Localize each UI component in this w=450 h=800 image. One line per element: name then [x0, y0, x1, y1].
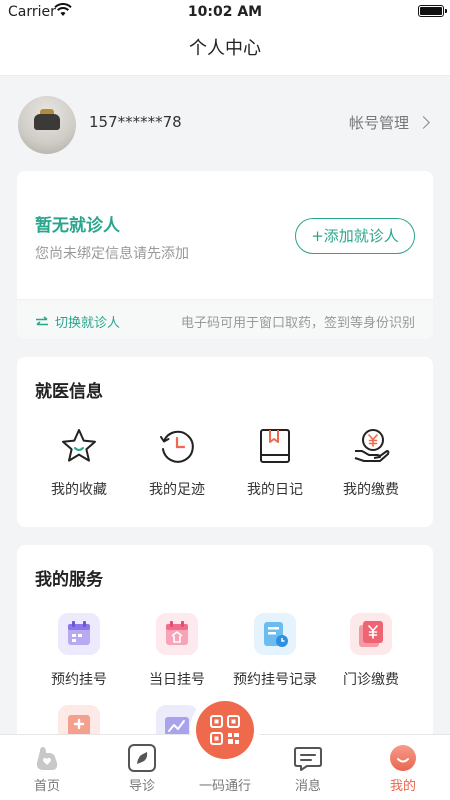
patient-title: 暂无就诊人	[35, 216, 120, 236]
tab-mine[interactable]: 我的	[358, 743, 448, 794]
diary-label: 我的日记	[247, 482, 303, 498]
profile-section: 157******78 帐号管理	[0, 76, 450, 172]
payment-label: 我的缴费	[343, 482, 399, 498]
qr-code-button[interactable]	[196, 701, 254, 759]
outpatient-payment-icon	[350, 613, 392, 655]
payment-item[interactable]: 我的缴费	[319, 427, 423, 499]
switch-patient-label: 切换就诊人	[55, 316, 121, 331]
home-heart-icon	[32, 743, 62, 773]
page-title: 个人中心	[189, 38, 261, 59]
tab-home[interactable]: 首页	[2, 743, 92, 794]
profile-smile-icon	[388, 743, 418, 773]
service-outpatient-payment[interactable]: 门诊缴费	[319, 613, 423, 689]
favorites-item[interactable]: 我的收藏	[27, 427, 131, 499]
appointment-record-icon	[254, 613, 296, 655]
medical-info-card: 就医信息 我的收藏 我的足迹 我的日记 我的缴费	[17, 357, 433, 527]
phone-number: 157******78	[89, 113, 182, 131]
service-today[interactable]: 当日挂号	[125, 613, 229, 689]
calendar-today-icon	[156, 613, 198, 655]
tab-mine-label: 我的	[389, 779, 416, 794]
service-appointment[interactable]: 预约挂号	[27, 613, 131, 689]
diary-book-icon	[256, 427, 294, 465]
calendar-appointment-icon	[58, 613, 100, 655]
patient-footer: 切换就诊人 电子码可用于窗口取药，签到等身份识别	[17, 299, 433, 339]
payment-yen-icon	[352, 427, 390, 465]
account-manage-label: 帐号管理	[348, 114, 409, 132]
star-icon	[60, 427, 98, 465]
footprint-item[interactable]: 我的足迹	[125, 427, 229, 499]
medical-info-title: 就医信息	[35, 382, 103, 402]
patient-card: 暂无就诊人 您尚未绑定信息请先添加 +添加就诊人 切换就诊人 电子码可用于窗口取…	[17, 171, 433, 339]
message-icon	[293, 743, 323, 773]
service-label: 门诊缴费	[343, 672, 399, 688]
service-label: 预约挂号记录	[233, 672, 317, 688]
status-bar: Carrier 10:02 AM	[0, 0, 450, 24]
account-manage-link[interactable]: 帐号管理	[348, 112, 430, 133]
qr-code-icon	[210, 715, 240, 749]
switch-arrows-icon	[35, 316, 49, 331]
service-appointment-record[interactable]: 预约挂号记录	[223, 613, 327, 689]
tab-home-label: 首页	[33, 779, 60, 794]
services-title: 我的服务	[35, 570, 103, 590]
tab-messages-label: 消息	[294, 779, 321, 794]
service-label: 预约挂号	[51, 672, 107, 688]
tab-qr-label: 一码通行	[198, 779, 251, 794]
nav-bar: 个人中心	[0, 24, 450, 76]
medical-info-grid: 我的收藏 我的足迹 我的日记 我的缴费	[17, 427, 433, 507]
switch-patient-button[interactable]: 切换就诊人	[35, 312, 120, 331]
service-label: 当日挂号	[149, 672, 205, 688]
history-clock-icon	[158, 427, 196, 465]
avatar-image-detail	[34, 114, 60, 130]
patient-hint: 您尚未绑定信息请先添加	[35, 246, 189, 262]
footprint-label: 我的足迹	[149, 482, 205, 498]
add-patient-button[interactable]: +添加就诊人	[295, 218, 415, 254]
favorites-label: 我的收藏	[51, 482, 107, 498]
clock: 10:02 AM	[187, 4, 263, 20]
tab-guide[interactable]: 导诊	[97, 743, 187, 794]
battery-icon	[418, 5, 447, 17]
tab-messages[interactable]: 消息	[263, 743, 353, 794]
footer-tip: 电子码可用于窗口取药，签到等身份识别	[180, 316, 415, 331]
diary-item[interactable]: 我的日记	[223, 427, 327, 499]
compass-guide-icon	[127, 743, 157, 773]
tab-guide-label: 导诊	[128, 779, 155, 794]
chevron-right-icon	[417, 116, 430, 129]
avatar[interactable]	[18, 96, 76, 154]
